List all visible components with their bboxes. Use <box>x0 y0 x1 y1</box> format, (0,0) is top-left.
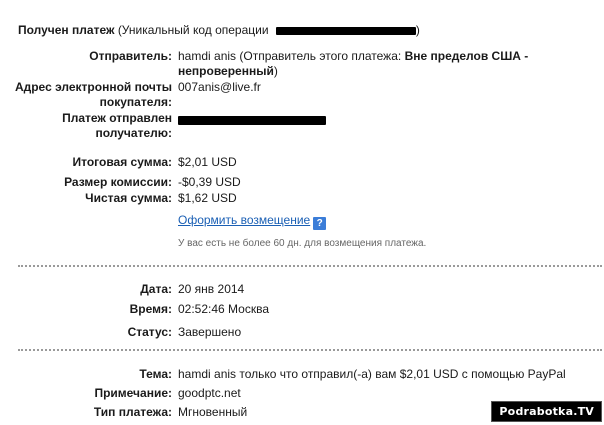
buyer-email-label-line1: Адрес электронной почты <box>14 80 172 94</box>
redacted-recipient-email <box>178 115 326 125</box>
header-title: Получен платеж <box>18 23 115 37</box>
status-label: Статус: <box>127 325 172 339</box>
subject-label: Тема: <box>139 367 172 381</box>
fee-label: Размер комиссии: <box>64 175 172 189</box>
issue-refund-link[interactable]: Оформить возмещение <box>178 213 310 227</box>
net-value: $1,62 USD <box>178 191 237 205</box>
sent-to-label-line1: Платеж отправлен <box>62 111 172 125</box>
sender-label: Отправитель: <box>89 49 172 63</box>
buyer-email-value: 007anis@live.fr <box>178 80 261 94</box>
sent-to-value <box>178 111 326 126</box>
buyer-email-label: Адрес электронной почты покупателя: <box>15 80 172 110</box>
subject-value: hamdi anis только что отправил(-а) вам $… <box>178 367 566 381</box>
payment-type-value: Мгновенный <box>178 405 248 419</box>
transaction-code-label: (Уникальный код операции <box>117 23 269 37</box>
note-label: Примечание: <box>94 386 172 400</box>
transaction-code-close: ) <box>415 23 420 37</box>
payment-type-label: Тип платежа: <box>93 405 172 419</box>
net-label: Чистая сумма: <box>85 191 172 205</box>
status-value: Завершено <box>178 325 242 339</box>
redacted-transaction-id <box>275 26 416 35</box>
buyer-email-label-line2: покупателя: <box>99 95 172 109</box>
total-label: Итоговая сумма: <box>72 155 172 169</box>
payment-header: Получен платеж (Уникальный код операции … <box>18 23 420 37</box>
section-divider <box>18 349 602 351</box>
sender-name: hamdi anis <box>178 49 237 63</box>
section-divider <box>18 265 602 267</box>
sent-to-label-line2: получателю: <box>95 126 172 140</box>
site-watermark: Podrabotka.TV <box>491 401 602 422</box>
note-value: goodptc.net <box>178 386 241 400</box>
refund-note: У вас есть не более 60 дн. для возмещени… <box>178 238 427 249</box>
time-label: Время: <box>129 302 172 316</box>
payment-details-page: Получен платеж (Уникальный код операции … <box>0 0 604 425</box>
sender-value: hamdi anis (Отправитель этого платежа: В… <box>178 49 538 79</box>
date-label: Дата: <box>140 282 172 296</box>
total-value: $2,01 USD <box>178 155 237 169</box>
sender-note-suffix: ) <box>273 64 278 78</box>
sender-note-prefix: (Отправитель этого платежа: <box>239 49 402 63</box>
time-value: 02:52:46 Москва <box>178 302 270 316</box>
sent-to-label: Платеж отправлен получателю: <box>62 111 172 141</box>
fee-value: -$0,39 USD <box>178 175 241 189</box>
date-value: 20 янв 2014 <box>178 282 245 296</box>
help-icon[interactable]: ? <box>313 217 327 230</box>
